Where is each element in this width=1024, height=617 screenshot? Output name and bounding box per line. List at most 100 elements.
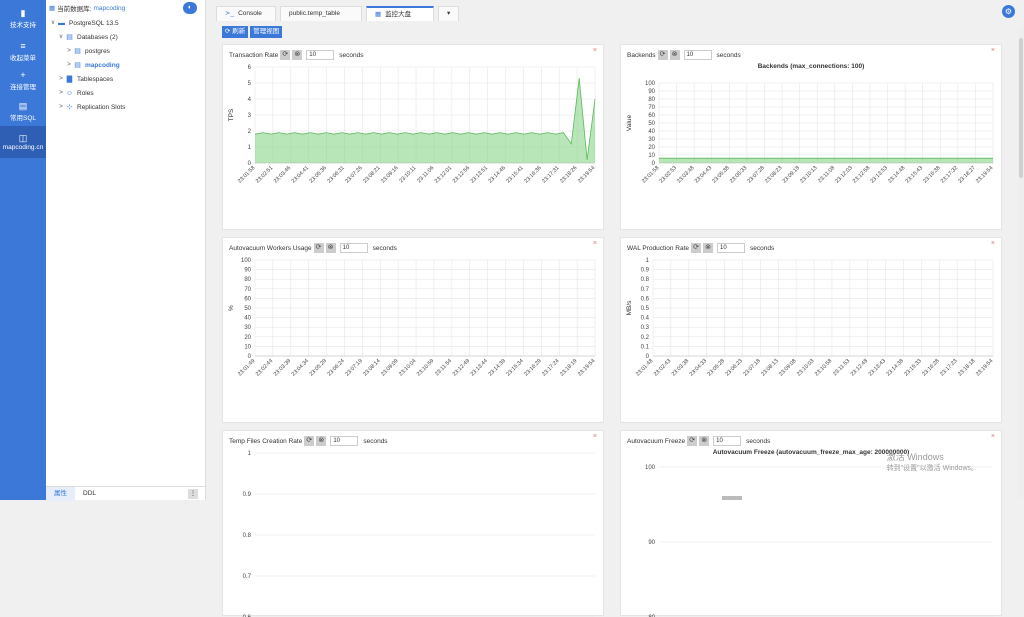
tree-node-label: Roles	[77, 90, 94, 97]
x-tick-label: 23:04:43	[694, 165, 713, 184]
sidebar-item-1[interactable]: ≡收起菜单	[0, 35, 46, 67]
chevron-down-icon[interactable]: v	[57, 34, 65, 40]
x-tick-label: 23:05:36	[309, 165, 328, 184]
y-tick-label: 90	[648, 540, 655, 546]
x-tick-label: 23:01:49	[237, 358, 256, 377]
x-tick-label: 23:15:41	[505, 165, 524, 184]
x-tick-label: 23:10:59	[416, 358, 435, 377]
y-tick-label: 20	[648, 145, 655, 151]
x-tick-label: 23:13:51	[470, 165, 489, 184]
sidebar-item-label: mapcoding.cn	[3, 144, 43, 151]
chart-svg: 00.10.20.30.40.50.60.70.80.9123:01:4823:…	[621, 238, 1003, 424]
monitor-panel: Temp Files Creation Rate⟳⊗10seconds×0.60…	[222, 430, 604, 616]
sidebar-item-4[interactable]: ◫mapcoding.cn	[0, 126, 46, 158]
x-tick-label: 23:12:56	[452, 165, 471, 184]
y-axis-label: Value	[626, 115, 633, 132]
sidebar-item-label: 技术支持	[10, 19, 36, 29]
y-tick-label: 10	[244, 344, 251, 350]
refresh-button[interactable]: ⟳ 刷新	[222, 26, 248, 38]
chevron-right-icon[interactable]: >	[57, 76, 65, 82]
sidebar-item-3[interactable]: ▤常用SQL	[0, 95, 46, 127]
chevron-right-icon[interactable]: >	[65, 62, 73, 68]
tab-0[interactable]: ≻_Console	[216, 6, 276, 21]
tab-label: 监控大盘	[385, 8, 411, 22]
sidebar-item-label: 连接管理	[10, 81, 36, 91]
chart-svg: 0.60.70.80.91	[223, 431, 605, 617]
x-tick-label: 23:15:43	[905, 165, 924, 184]
sidebar-item-label: 收起菜单	[10, 52, 36, 62]
toggle-icon[interactable]: ◐	[183, 2, 197, 14]
horizontal-scrollbar[interactable]	[722, 496, 742, 500]
tab-3[interactable]: ▾	[438, 6, 459, 21]
chevron-right-icon[interactable]: >	[57, 104, 65, 110]
tree-node-label: Tablespaces	[77, 76, 113, 83]
y-tick-label: 0.4	[641, 316, 650, 322]
x-tick-label: 23:09:18	[782, 165, 801, 184]
more-options-icon[interactable]: ⋮	[188, 489, 198, 499]
tab-properties[interactable]: 属性	[46, 487, 75, 501]
tree-node-label: Databases (2)	[77, 34, 118, 41]
tree-node[interactable]: >⊹Replication Slots	[46, 100, 205, 114]
x-tick-label: 23:06:31	[326, 165, 345, 184]
x-tick-label: 23:11:54	[434, 358, 453, 377]
tree-node[interactable]: >▇Tablespaces	[46, 72, 205, 86]
tree-node[interactable]: v▬PostgreSQL 13.5	[46, 16, 205, 30]
gear-icon[interactable]: ⚙	[1002, 5, 1015, 18]
x-tick-label: 23:01:58	[237, 165, 256, 184]
plugin-icon: ◫	[19, 133, 28, 143]
current-db-name[interactable]: mapcoding	[93, 5, 125, 12]
y-tick-label: 70	[648, 105, 655, 111]
y-tick-label: 0.3	[641, 325, 650, 331]
y-tick-label: 0.2	[641, 335, 650, 341]
x-tick-label: 23:17:24	[541, 358, 560, 377]
y-tick-label: 100	[645, 81, 656, 87]
sidebar-item-0[interactable]: ▮技术支持	[0, 2, 46, 34]
chevron-right-icon[interactable]: >	[57, 90, 65, 96]
sidebar-item-label: 常用SQL	[10, 112, 36, 122]
y-tick-label: 1	[248, 451, 252, 457]
vertical-scrollbar[interactable]	[1018, 28, 1024, 498]
terminal-icon: ≻_	[225, 7, 234, 21]
tree-node[interactable]: v▤Databases (2)	[46, 30, 205, 44]
object-tree: ▦ 当前数据库: mapcoding ◐ v▬PostgreSQL 13.5v▤…	[46, 0, 206, 500]
x-tick-label: 23:08:14	[362, 358, 381, 377]
x-tick-label: 23:03:48	[676, 165, 695, 184]
x-tick-label: 23:06:23	[724, 358, 743, 377]
tab-label: public.temp_table	[289, 7, 340, 21]
tab-ddl[interactable]: DDL	[75, 487, 104, 501]
x-tick-label: 23:04:33	[689, 358, 708, 377]
y-tick-label: 0.8	[243, 533, 252, 539]
tab-1[interactable]: public.temp_table	[280, 6, 362, 21]
x-tick-label: 23:11:08	[817, 165, 836, 184]
sidebar-item-2[interactable]: +连接管理	[0, 64, 46, 96]
tree-bottom-tabs: 属性 DDL ⋮	[46, 486, 206, 500]
x-tick-label: 23:10:58	[814, 358, 833, 377]
tab-2[interactable]: ▦监控大盘	[366, 6, 434, 21]
x-tick-label: 23:06:24	[326, 358, 345, 377]
x-tick-label: 23:02:43	[653, 358, 672, 377]
tree-node[interactable]: >▤postgres	[46, 44, 205, 58]
x-tick-label: 23:17:31	[541, 165, 560, 184]
chevron-down-icon[interactable]: v	[49, 20, 57, 26]
series-area	[255, 78, 595, 163]
tab-label: ▾	[447, 7, 450, 21]
x-tick-label: 23:05:38	[711, 165, 730, 184]
y-tick-label: 40	[648, 129, 655, 135]
tree-node[interactable]: >☺Roles	[46, 86, 205, 100]
x-tick-label: 23:15:33	[903, 358, 922, 377]
x-tick-label: 23:03:46	[273, 165, 292, 184]
y-tick-label: 20	[244, 335, 251, 341]
y-tick-label: 3	[248, 113, 252, 119]
x-tick-label: 23:14:38	[886, 358, 905, 377]
y-tick-label: 0.7	[641, 287, 650, 293]
tree-node[interactable]: >▤mapcoding	[46, 58, 205, 72]
x-tick-label: 23:07:26	[344, 165, 363, 184]
x-tick-label: 23:13:53	[870, 165, 889, 184]
x-tick-label: 23:08:21	[362, 165, 381, 184]
x-tick-label: 23:10:13	[799, 165, 818, 184]
y-tick-label: 90	[648, 89, 655, 95]
x-tick-label: 23:07:18	[742, 358, 761, 377]
chevron-right-icon[interactable]: >	[65, 48, 73, 54]
current-db-header: ▦ 当前数据库: mapcoding ◐	[46, 0, 205, 16]
manage-views-button[interactable]: 管理视图	[250, 26, 282, 38]
